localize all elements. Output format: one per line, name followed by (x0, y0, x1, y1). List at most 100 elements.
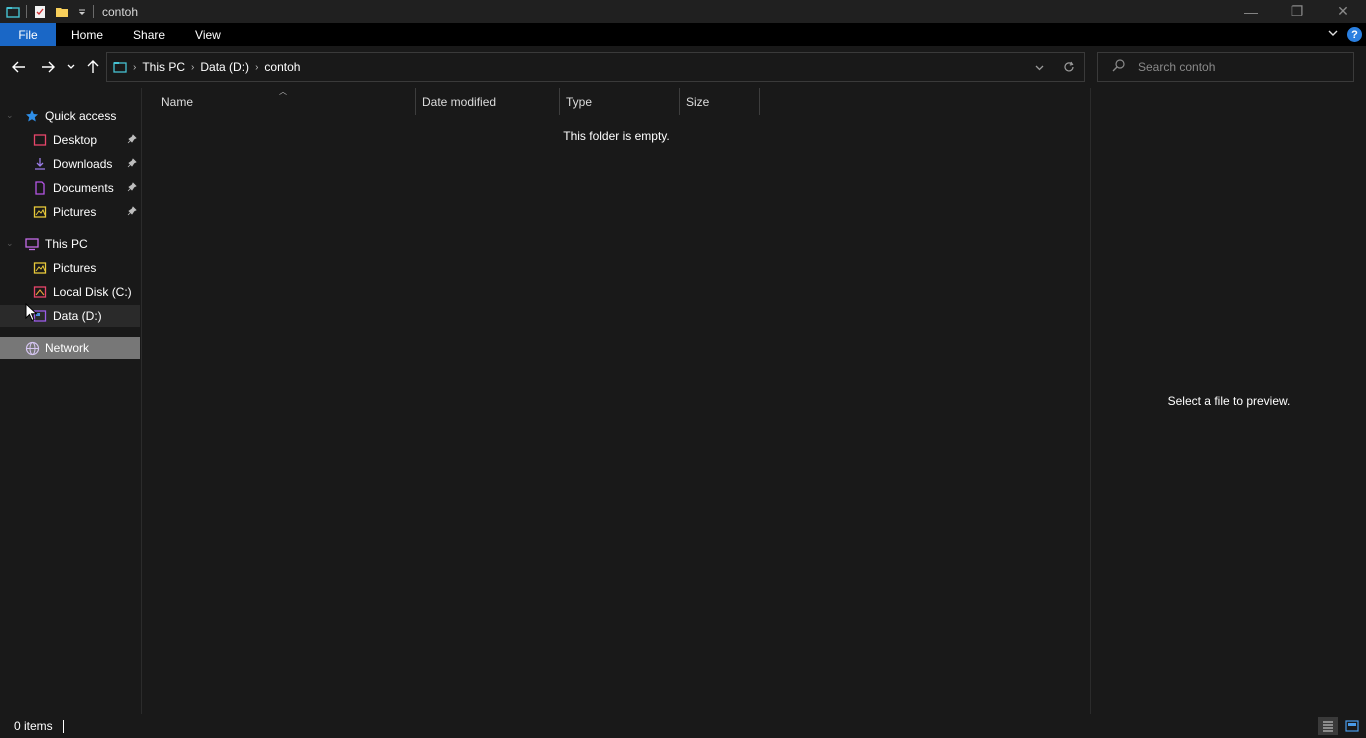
refresh-icon (1064, 61, 1074, 72)
drive-icon (32, 284, 48, 300)
sidebar-item-data-d[interactable]: Data (D:) (0, 305, 140, 327)
folder-location-icon (113, 60, 127, 74)
refresh-button[interactable] (1054, 53, 1084, 81)
status-bar: 0 items (0, 714, 1366, 738)
picture-icon (32, 260, 48, 276)
sidebar-item-documents[interactable]: Documents (0, 177, 140, 199)
search-icon (1112, 59, 1128, 75)
download-icon (32, 156, 48, 172)
computer-icon (24, 236, 40, 252)
sidebar-item-label: Network (45, 341, 90, 355)
tab-view[interactable]: View (180, 23, 236, 46)
sort-ascending-icon: ︿ (279, 87, 287, 96)
address-bar[interactable]: › This PC › Data (D:) › contoh (106, 52, 1085, 82)
picture-icon (32, 204, 48, 220)
sidebar-item-local-disk-c[interactable]: Local Disk (C:) (0, 281, 140, 303)
pin-icon (127, 157, 137, 171)
properties-icon[interactable] (33, 5, 47, 19)
column-header-size[interactable]: Size (680, 88, 760, 115)
column-header-date-modified[interactable]: Date modified (416, 88, 560, 115)
sidebar-item-desktop[interactable]: Desktop (0, 129, 140, 151)
document-icon (32, 180, 48, 196)
forward-button[interactable] (37, 56, 59, 78)
search-input[interactable] (1138, 60, 1338, 74)
column-header-type[interactable]: Type (560, 88, 680, 115)
sidebar-item-label: Downloads (53, 157, 113, 171)
close-button[interactable]: ✕ (1320, 0, 1366, 23)
title-bar: contoh — ❐ ✕ (0, 0, 1366, 23)
chevron-down-icon (67, 64, 75, 69)
chevron-down-icon (1035, 65, 1043, 70)
sidebar-item-this-pc[interactable]: This PC (0, 233, 140, 255)
preview-pane: Select a file to preview. (1090, 88, 1366, 714)
sidebar-item-pictures-quick[interactable]: Pictures (0, 201, 140, 223)
breadcrumb: › This PC › Data (D:) › contoh (107, 53, 306, 81)
qat-separator (93, 5, 94, 18)
window-title: contoh (102, 4, 139, 19)
mouse-cursor-icon (25, 303, 38, 322)
breadcrumb-contoh[interactable]: contoh (258, 60, 306, 74)
recent-locations-button[interactable] (62, 56, 80, 78)
column-label: Size (686, 94, 710, 109)
quick-access-toolbar (0, 0, 96, 23)
explorer-app-icon[interactable] (6, 5, 20, 19)
address-history-button[interactable] (1024, 53, 1054, 81)
restore-button[interactable]: ❐ (1274, 0, 1320, 23)
column-label: Type (566, 94, 593, 109)
help-icon[interactable]: ? (1347, 27, 1362, 42)
preview-message: Select a file to preview. (1167, 394, 1291, 408)
status-separator (62, 719, 64, 733)
column-header-name[interactable]: ︿ Name (143, 87, 416, 115)
large-icons-view-icon (1345, 720, 1359, 732)
tab-share[interactable]: Share (118, 23, 180, 46)
ribbon-right-controls: ? (1327, 23, 1362, 46)
sidebar-item-downloads[interactable]: Downloads (0, 153, 140, 175)
star-icon (24, 108, 40, 124)
item-count: 0 items (14, 719, 53, 733)
customize-qat-dropdown-icon[interactable] (77, 5, 87, 19)
minimize-button[interactable]: — (1228, 0, 1274, 23)
sidebar-item-label: Pictures (53, 261, 97, 275)
network-globe-icon (24, 340, 40, 356)
tab-home[interactable]: Home (56, 23, 118, 46)
arrow-left-icon (12, 61, 25, 73)
sidebar-item-label: Data (D:) (53, 309, 102, 323)
sidebar-item-label: Pictures (53, 205, 97, 219)
back-button[interactable] (8, 56, 30, 78)
column-headers: ︿ Name Date modified Type Size (143, 87, 760, 115)
sidebar-item-label: Desktop (53, 133, 98, 147)
file-list-area[interactable]: ︿ Name Date modified Type Size This fold… (143, 87, 1090, 714)
sidebar-item-label: Local Disk (C:) (53, 285, 132, 299)
desktop-icon (32, 132, 48, 148)
up-button[interactable] (82, 56, 104, 78)
qat-separator (26, 5, 27, 18)
navigation-toolbar: › This PC › Data (D:) › contoh (0, 46, 1366, 88)
empty-folder-message: This folder is empty. (563, 129, 670, 143)
new-folder-icon[interactable] (55, 5, 69, 19)
column-label: Date modified (422, 94, 497, 109)
breadcrumb-data-d[interactable]: Data (D:) (194, 60, 255, 74)
view-switcher (1318, 717, 1362, 735)
large-icons-view-button[interactable] (1342, 717, 1362, 735)
tab-file[interactable]: File (0, 23, 56, 46)
arrow-right-icon (42, 61, 55, 73)
sidebar-item-pictures-pc[interactable]: Pictures (0, 257, 140, 279)
details-view-icon (1323, 721, 1333, 732)
column-label: Name (161, 94, 194, 109)
address-bar-controls (1024, 53, 1084, 81)
details-view-button[interactable] (1318, 717, 1338, 735)
breadcrumb-this-pc[interactable]: This PC (136, 60, 191, 74)
arrow-up-icon (87, 60, 99, 73)
pin-icon (127, 133, 137, 147)
navigation-pane: ⌄ Quick access Desktop Downloads Documen… (0, 88, 142, 714)
search-box[interactable] (1097, 52, 1354, 82)
sidebar-item-label: This PC (45, 237, 88, 251)
pin-icon (127, 181, 137, 195)
pin-icon (127, 205, 137, 219)
expand-ribbon-chevron-icon[interactable] (1327, 27, 1339, 42)
sidebar-item-label: Quick access (45, 109, 117, 123)
sidebar-item-label: Documents (53, 181, 114, 195)
sidebar-item-quick-access[interactable]: Quick access (0, 105, 140, 127)
ribbon-tabs: File Home Share View ? (0, 23, 1366, 46)
sidebar-item-network[interactable]: Network (0, 337, 140, 359)
